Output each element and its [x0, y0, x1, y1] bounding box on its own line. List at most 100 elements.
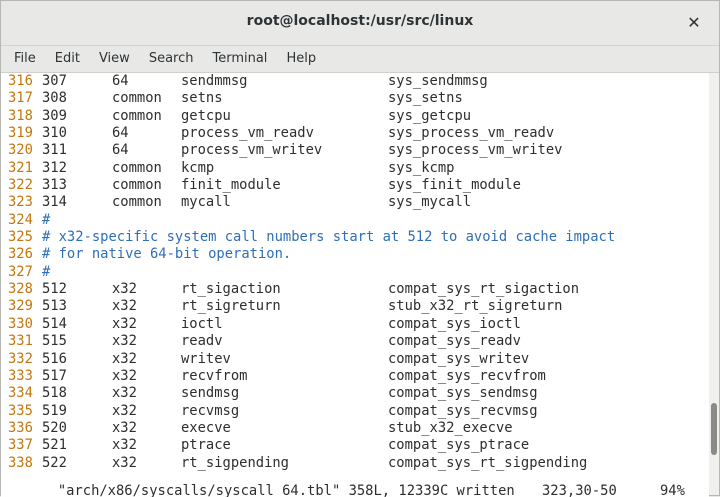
syscall-name: setns: [181, 90, 223, 107]
cursor-position: 323,30-50: [542, 483, 617, 497]
syscall-entry-point: compat_sys_readv: [388, 333, 521, 350]
syscall-entry-point: sys_process_vm_writev: [388, 142, 563, 159]
scrollbar[interactable]: [709, 73, 719, 495]
syscall-number: 307: [42, 73, 67, 89]
scrollbar-thumb[interactable]: [711, 403, 717, 455]
line-number: 332: [8, 350, 33, 367]
menu-search[interactable]: Search: [143, 47, 200, 71]
syscall-row: 318 309 common getcpu sys_getcpu: [8, 108, 615, 125]
syscall-entry-point: compat_sys_ptrace: [388, 437, 530, 454]
syscall-number: 512: [42, 281, 67, 298]
syscall-entry-point: stub_x32_execve: [388, 419, 513, 436]
syscall-name: getcpu: [181, 107, 231, 124]
syscall-entry-point: sys_kcmp: [388, 159, 455, 176]
syscall-name: readv: [181, 333, 223, 350]
title-bar[interactable]: root@localhost:/usr/src/linux ✕: [1, 1, 719, 46]
syscall-row: 328 512 x32 rt_sigaction compat_sys_rt_sigac…: [8, 281, 615, 298]
syscall-entry-point: sys_finit_module: [388, 177, 521, 194]
syscall-name: kcmp: [181, 159, 215, 176]
syscall-number: 521: [42, 437, 67, 454]
line-number: 328: [8, 281, 33, 298]
syscall-row: 329 513 x32 rt_sigreturn stub_x32_rt_sigretu…: [8, 298, 615, 315]
comment-text: #: [42, 211, 51, 228]
syscall-row: 333 517 x32 recvfrom compat_sys_recvfrom: [8, 368, 615, 385]
menu-view[interactable]: View: [93, 47, 136, 71]
syscall-abi: 64: [112, 125, 129, 142]
syscall-name: rt_sigaction: [181, 281, 281, 298]
syscall-row: 319 310 64 process_vm_readv sys_process_vm_r…: [8, 125, 615, 142]
comment-line: 324 #: [8, 212, 615, 229]
syscall-abi: x32: [112, 419, 137, 436]
syscall-number: 516: [42, 350, 67, 367]
line-number: 324: [8, 211, 33, 228]
syscall-abi: x32: [112, 350, 137, 367]
comment-text: # x32-specific system call numbers start…: [42, 229, 616, 246]
syscall-entry-point: compat_sys_sendmsg: [388, 385, 538, 402]
terminal-area[interactable]: 316 307 64 sendmmsg sys_sendmmsg 317 308 common…: [1, 73, 709, 497]
syscall-row: 337 521 x32 ptrace compat_sys_ptrace: [8, 437, 615, 454]
line-number: 334: [8, 385, 33, 402]
syscall-name: ptrace: [181, 437, 231, 454]
syscall-name: recvfrom: [181, 367, 248, 384]
syscall-name: finit_module: [181, 177, 281, 194]
syscall-abi: 64: [112, 73, 129, 89]
syscall-entry-point: compat_sys_writev: [388, 350, 530, 367]
line-number: 337: [8, 437, 33, 454]
syscall-row: 316 307 64 sendmmsg sys_sendmmsg: [8, 73, 615, 90]
syscall-entry-point: compat_sys_rt_sigaction: [388, 281, 580, 298]
syscall-number: 520: [42, 419, 67, 436]
syscall-row: 322 313 common finit_module sys_finit_module: [8, 177, 615, 194]
syscall-entry-point: compat_sys_recvfrom: [388, 367, 546, 384]
line-number: 333: [8, 367, 33, 384]
close-icon[interactable]: ✕: [683, 11, 705, 33]
syscall-number: 313: [42, 177, 67, 194]
syscall-row: 336 520 x32 execve stub_x32_execve: [8, 420, 615, 437]
syscall-entry-point: sys_setns: [388, 90, 463, 107]
terminal-window: root@localhost:/usr/src/linux ✕ File Edi…: [0, 0, 720, 497]
window-title: root@localhost:/usr/src/linux: [246, 13, 474, 29]
syscall-name: recvmsg: [181, 402, 240, 419]
menu-help[interactable]: Help: [280, 47, 322, 71]
syscall-row: 334 518 x32 sendmsg compat_sys_sendmsg: [8, 385, 615, 402]
syscall-entry-point: compat_sys_ioctl: [388, 315, 521, 332]
syscall-row: 317 308 common setns sys_setns: [8, 90, 615, 107]
syscall-entry-point: stub_x32_rt_sigreturn: [388, 298, 563, 315]
syscall-abi: x32: [112, 281, 137, 298]
syscall-abi: common: [112, 107, 162, 124]
syscall-number: 517: [42, 367, 67, 384]
scroll-percent: 94%: [660, 483, 685, 497]
comment-text: # for native 64-bit operation.: [42, 246, 292, 263]
comment-text: #: [42, 263, 51, 280]
syscall-name: mycall: [181, 194, 231, 211]
line-number: 320: [8, 142, 33, 159]
menu-edit[interactable]: Edit: [49, 47, 86, 71]
syscall-number: 518: [42, 385, 67, 402]
syscall-row: 320 311 64 process_vm_writev sys_process_vm_…: [8, 142, 615, 159]
menu-file[interactable]: File: [8, 47, 42, 71]
menu-terminal[interactable]: Terminal: [206, 47, 273, 71]
syscall-row: 331 515 x32 readv compat_sys_readv: [8, 333, 615, 350]
syscall-entry-point: compat_sys_recvmsg: [388, 402, 538, 419]
syscall-abi: common: [112, 177, 162, 194]
line-number: 317: [8, 90, 33, 107]
syscall-row: 323 314 common mycall sys_mycall: [8, 194, 615, 211]
line-number: 330: [8, 315, 33, 332]
syscall-number: 314: [42, 194, 67, 211]
syscall-number: 310: [42, 125, 67, 142]
syscall-name: ioctl: [181, 315, 223, 332]
line-number: 323: [8, 194, 33, 211]
comment-line: 327 #: [8, 264, 615, 281]
syscall-number: 513: [42, 298, 67, 315]
syscall-entry-point: sys_getcpu: [388, 107, 472, 124]
syscall-number: 312: [42, 159, 67, 176]
status-message: "arch/x86/syscalls/syscall_64.tbl" 358L,…: [57, 483, 515, 497]
syscall-abi: common: [112, 159, 162, 176]
syscall-abi: 64: [112, 142, 129, 159]
line-number: 316: [8, 73, 33, 89]
line-number: 335: [8, 402, 33, 419]
line-number: 331: [8, 333, 33, 350]
syscall-abi: x32: [112, 315, 137, 332]
syscall-row: 332 516 x32 writev compat_sys_writev: [8, 351, 615, 368]
syscall-name: process_vm_writev: [181, 142, 323, 159]
syscall-name: sendmmsg: [181, 73, 248, 89]
